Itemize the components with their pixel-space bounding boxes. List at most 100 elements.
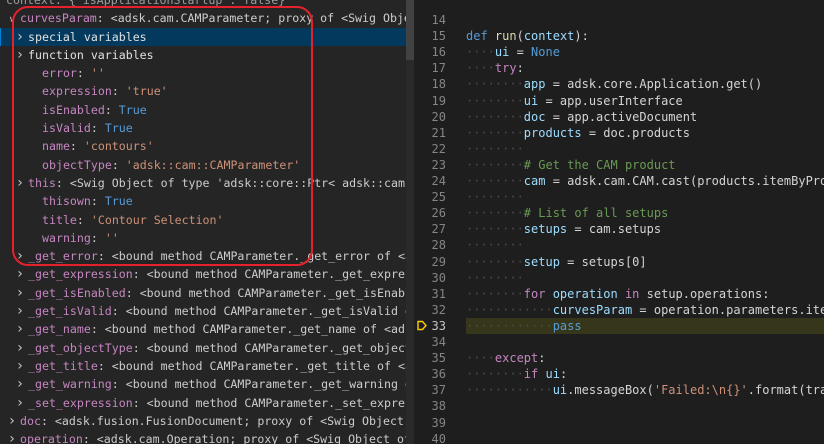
variable-row[interactable]: isValid: True: [0, 119, 414, 137]
code-line[interactable]: ········ui = app.userInterface: [466, 93, 824, 109]
variable-row[interactable]: › _get_isValid: <bound method CAMParamete…: [0, 302, 414, 320]
code-line[interactable]: ········setups = cam.setups: [466, 221, 824, 237]
code-line[interactable]: ········if ui:: [466, 366, 824, 382]
variable-row[interactable]: name: 'contours': [0, 137, 414, 155]
line-number: 29: [431, 254, 446, 269]
variable-row[interactable]: › special variables: [0, 27, 414, 46]
variable-name: warning: [42, 230, 91, 245]
line-number: 32: [431, 302, 446, 317]
code-line[interactable]: ········# List of all setups: [466, 205, 824, 221]
code-line[interactable]: def run(context):: [466, 28, 824, 44]
line-number: 20: [431, 109, 446, 124]
variable-name: _get_isValid: [28, 304, 112, 319]
chevron-right-icon[interactable]: ›: [14, 284, 26, 302]
code-line[interactable]: [466, 334, 824, 350]
variable-value: '': [90, 66, 105, 81]
chevron-right-icon[interactable]: ›: [14, 320, 26, 338]
chevron-right-icon[interactable]: ›: [14, 174, 26, 192]
variable-name: expression: [42, 84, 112, 99]
code-editor[interactable]: 14 15 16 17 18 19 20 21 22 23 24 25 26 27 28 29 30 31 32 33…: [414, 0, 824, 444]
variables-scrollbar[interactable]: [406, 0, 414, 444]
code-line[interactable]: ····try:: [466, 60, 824, 76]
line-number: 28: [431, 238, 446, 253]
variable-row[interactable]: › _get_objectType: <bound method CAMParam…: [0, 339, 414, 357]
line-number: 40: [431, 431, 446, 444]
line-number: 16: [431, 45, 446, 60]
variable-row[interactable]: ∨ curvesParam: <adsk.cam.CAMParameter; pr…: [0, 9, 414, 27]
variable-row[interactable]: thisown: True: [0, 192, 414, 210]
code-line[interactable]: ········cam = adsk.cam.CAM.cast(products…: [466, 173, 824, 189]
variable-row[interactable]: objectType: 'adsk::cam::CAMParameter': [0, 156, 414, 174]
code-line[interactable]: [466, 415, 824, 431]
variable-name: _get_title: [28, 358, 98, 373]
line-number: 22: [431, 141, 446, 156]
code-line[interactable]: ············pass: [466, 318, 824, 334]
code-line[interactable]: ····ui = None: [466, 44, 824, 60]
line-number: 39: [431, 415, 446, 430]
variable-name: _set_expression: [28, 395, 133, 410]
variable-row[interactable]: title: 'Contour Selection': [0, 211, 414, 229]
line-number: 35: [431, 351, 446, 366]
variable-value: <adsk.fusion.FusionDocument; proxy of <S…: [54, 413, 414, 428]
chevron-right-icon[interactable]: ›: [14, 46, 26, 64]
code-line[interactable]: [466, 398, 824, 414]
variable-row[interactable]: error: '': [0, 64, 414, 82]
chevron-right-icon[interactable]: ›: [14, 339, 26, 357]
chevron-right-icon[interactable]: ›: [14, 394, 26, 412]
variable-row[interactable]: isEnabled: True: [0, 101, 414, 119]
chevron-right-icon[interactable]: ›: [14, 357, 26, 375]
variable-row-context[interactable]: context: {'isApplicationStartup': false}: [0, 0, 414, 9]
variable-row[interactable]: › _get_title: <bound method CAMParameter.…: [0, 357, 414, 375]
scrollbar-thumb[interactable]: [406, 0, 414, 60]
variable-row[interactable]: › _get_name: <bound method CAMParameter._…: [0, 320, 414, 338]
chevron-right-icon[interactable]: ›: [14, 247, 26, 265]
variable-name: title: [42, 212, 77, 227]
variable-row[interactable]: › function variables: [0, 46, 414, 64]
code-line[interactable]: ········: [466, 189, 824, 205]
line-number: 15: [431, 29, 446, 44]
variable-value: 'true': [125, 84, 168, 99]
chevron-right-icon[interactable]: ›: [14, 375, 26, 393]
variable-value: 'adsk::cam::CAMParameter': [125, 157, 301, 172]
variable-name: error: [42, 66, 77, 81]
line-number: 18: [431, 77, 446, 92]
code-line[interactable]: ········setup = setups[0]: [466, 254, 824, 270]
variable-row[interactable]: › _get_warning: <bound method CAMParamete…: [0, 375, 414, 393]
code-line[interactable]: ············ui.messageBox('Failed:\n{}'.…: [466, 382, 824, 398]
variable-row[interactable]: › doc: <adsk.fusion.FusionDocument; proxy…: [0, 412, 414, 430]
code-line[interactable]: ········: [466, 141, 824, 157]
chevron-right-icon[interactable]: ›: [6, 430, 18, 444]
variable-row[interactable]: warning: '': [0, 229, 414, 247]
variable-value: <bound method CAMParameter._set_expressi…: [146, 395, 414, 410]
code-line[interactable]: [466, 431, 824, 444]
chevron-right-icon[interactable]: ›: [14, 302, 26, 320]
variable-name: operation: [20, 432, 83, 444]
chevron-down-icon[interactable]: ∨: [6, 11, 18, 27]
code-line[interactable]: ········# Get the CAM product: [466, 157, 824, 173]
chevron-right-icon[interactable]: ›: [14, 265, 26, 283]
code-line[interactable]: ········app = adsk.core.Application.get(…: [466, 76, 824, 92]
code-line[interactable]: ············curvesParam = operation.para…: [466, 302, 824, 318]
chevron-right-icon[interactable]: ›: [6, 412, 18, 430]
code-line[interactable]: [466, 12, 824, 28]
variable-row[interactable]: › _get_error: <bound method CAMParameter.…: [0, 247, 414, 265]
variable-row[interactable]: › _get_isEnabled: <bound method CAMParame…: [0, 284, 414, 302]
variable-name: _get_warning: [28, 377, 112, 392]
chevron-right-icon[interactable]: ›: [14, 28, 26, 46]
code-area[interactable]: def run(context): ····ui = None ····try: ··…: [466, 0, 824, 444]
variable-row[interactable]: › _get_expression: <bound method CAMParam…: [0, 265, 414, 283]
variable-name: doc: [20, 413, 41, 428]
code-line[interactable]: ········products = doc.products: [466, 125, 824, 141]
variable-name: _get_isEnabled: [28, 285, 126, 300]
variable-name: curvesParam: [20, 11, 97, 26]
variable-row[interactable]: › this: <Swig Object of type 'adsk::core:…: [0, 174, 414, 192]
variable-value: '': [104, 230, 119, 245]
code-line[interactable]: ········for operation in setup.operation…: [466, 286, 824, 302]
code-line[interactable]: ····except:: [466, 350, 824, 366]
variable-row[interactable]: expression: 'true': [0, 82, 414, 100]
code-line[interactable]: ········: [466, 237, 824, 253]
code-line[interactable]: ········: [466, 270, 824, 286]
variable-row[interactable]: › _set_expression: <bound method CAMParam…: [0, 394, 414, 412]
code-line[interactable]: ········doc = app.activeDocument: [466, 109, 824, 125]
variable-row[interactable]: › operation: <adsk.cam.Operation; proxy o…: [0, 430, 414, 444]
